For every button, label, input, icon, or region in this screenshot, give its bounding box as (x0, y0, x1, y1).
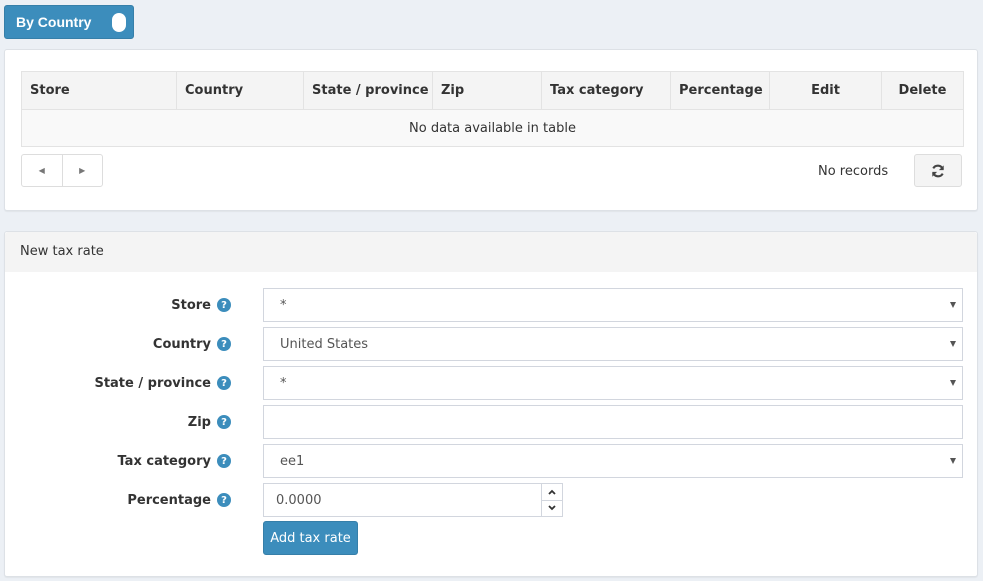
form-row-store: Store ? * (5, 288, 977, 322)
help-icon[interactable]: ? (217, 415, 231, 429)
form-row-country: Country ? United States (5, 327, 977, 361)
tax-category-label-group: Tax category ? (117, 444, 231, 478)
prev-page-button[interactable]: ◀ (22, 155, 62, 186)
caret-down-icon (950, 302, 956, 308)
store-label: Store (171, 297, 211, 313)
column-header-zip[interactable]: Zip (432, 71, 542, 110)
store-value: * (280, 297, 287, 313)
store-select[interactable]: * (263, 288, 963, 322)
column-header-edit: Edit (769, 71, 882, 110)
store-label-group: Store ? (171, 288, 231, 322)
tax-rates-grid-panel: Store Country State / province Zip Tax c… (4, 49, 978, 211)
help-icon[interactable]: ? (217, 454, 231, 468)
next-page-button[interactable]: ▶ (61, 155, 103, 186)
state-select[interactable]: * (263, 366, 963, 400)
column-header-state[interactable]: State / province (303, 71, 433, 110)
state-label-group: State / province ? (94, 366, 231, 400)
form-row-percentage: Percentage ? 0.0000 (5, 483, 977, 517)
tax-category-label: Tax category (117, 453, 211, 469)
column-header-delete: Delete (881, 71, 964, 110)
tax-category-select[interactable]: ee1 (263, 444, 963, 478)
table-header-row: Store Country State / province Zip Tax c… (21, 71, 964, 110)
panel-title: New tax rate (5, 232, 977, 272)
by-country-toggle[interactable]: By Country (4, 5, 134, 39)
zip-input[interactable] (263, 405, 963, 439)
caret-down-icon (950, 380, 956, 386)
column-header-store[interactable]: Store (21, 71, 177, 110)
caret-down-icon (950, 341, 956, 347)
state-value: * (280, 375, 287, 391)
table-empty-row: No data available in table (21, 109, 964, 147)
country-label: Country (152, 336, 211, 352)
percentage-input[interactable]: 0.0000 (263, 483, 563, 517)
column-header-tax-category[interactable]: Tax category (541, 71, 671, 110)
toggle-label: By Country (16, 14, 92, 30)
increment-button[interactable] (542, 484, 562, 500)
zip-label: Zip (187, 414, 211, 430)
percentage-label-group: Percentage ? (127, 483, 231, 517)
help-icon[interactable]: ? (217, 376, 231, 390)
tax-category-value: ee1 (280, 453, 305, 469)
form-row-zip: Zip ? (5, 405, 977, 439)
help-icon[interactable]: ? (217, 298, 231, 312)
new-tax-rate-panel: New tax rate Store ? * Country ? United … (4, 231, 978, 577)
help-icon[interactable]: ? (217, 337, 231, 351)
percentage-spinner (541, 483, 563, 517)
pager: ◀ ▶ (21, 154, 103, 187)
country-select[interactable]: United States (263, 327, 963, 361)
country-value: United States (280, 336, 369, 352)
next-arrow-icon: ▶ (79, 166, 86, 175)
records-info: No records (818, 164, 889, 179)
percentage-value: 0.0000 (276, 492, 322, 508)
refresh-button[interactable] (914, 154, 962, 187)
chevron-down-icon (548, 505, 556, 511)
percentage-label: Percentage (127, 492, 211, 508)
prev-arrow-icon: ◀ (38, 166, 45, 175)
caret-down-icon (950, 458, 956, 464)
chevron-up-icon (548, 489, 556, 495)
toggle-knob[interactable] (112, 13, 126, 32)
country-label-group: Country ? (153, 327, 231, 361)
zip-label-group: Zip ? (188, 405, 231, 439)
tax-rates-table: Store Country State / province Zip Tax c… (21, 71, 964, 147)
decrement-button[interactable] (542, 499, 562, 517)
form-row-tax-category: Tax category ? ee1 (5, 444, 977, 478)
refresh-icon (932, 164, 944, 177)
empty-message: No data available in table (21, 109, 964, 147)
help-icon[interactable]: ? (217, 493, 231, 507)
state-label: State / province (94, 375, 211, 391)
form-row-state: State / province ? * (5, 366, 977, 400)
column-header-country[interactable]: Country (176, 71, 304, 110)
add-tax-rate-button[interactable]: Add tax rate (263, 521, 358, 555)
column-header-percentage[interactable]: Percentage (670, 71, 770, 110)
